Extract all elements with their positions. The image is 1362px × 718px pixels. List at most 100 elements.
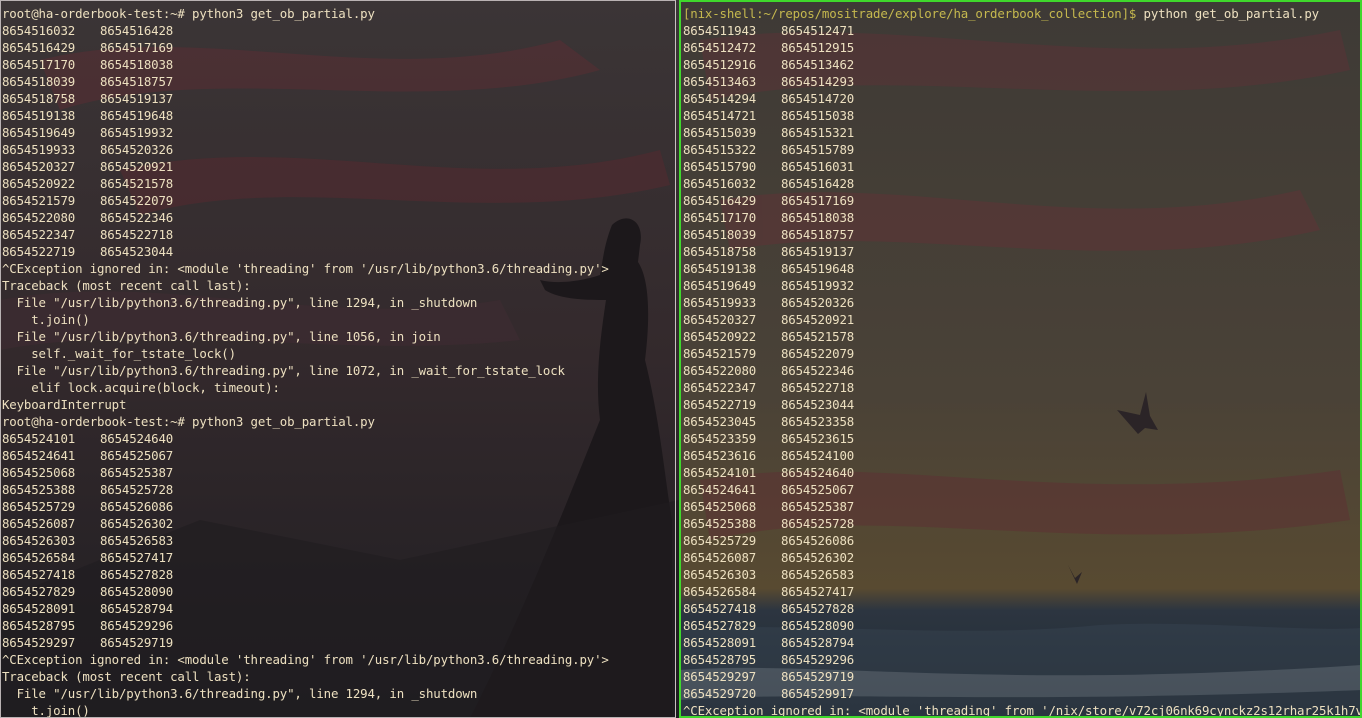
output-row: 8654526087 8654526302 [2,515,675,532]
range-start: 8654526087 [683,550,757,565]
output-row: 8654521579 8654522079 [683,345,1360,362]
range-start: 8654520922 [2,176,76,191]
range-end: 8654520921 [781,312,855,327]
output-row: 8654527418 8654527828 [683,600,1360,617]
range-end: 8654518038 [781,210,855,225]
range-end: 8654526086 [781,533,855,548]
shell-prompt-line: root@ha-orderbook-test:~# python3 get_ob… [2,6,375,21]
range-end: 8654529296 [100,618,174,633]
range-end: 8654528090 [100,584,174,599]
output-row: 8654526584 8654527417 [683,583,1360,600]
traceback-line: KeyboardInterrupt [2,397,127,412]
command-text: python get_ob_partial.py [1136,6,1320,21]
output-row: 8654527418 8654527828 [2,566,675,583]
range-start: 8654526303 [683,567,757,582]
range-start: 8654525388 [683,516,757,531]
nix-shell-prompt: [nix-shell:~/repos/mositrade/explore/ha_… [683,6,1137,21]
range-end: 8654518757 [100,74,174,89]
range-end: 8654526302 [100,516,174,531]
range-start: 8654522080 [683,363,757,378]
output-row: 8654519933 8654520326 [683,294,1360,311]
traceback-line: t.join() [2,703,90,718]
range-end: 8654526583 [781,567,855,582]
range-start: 8654525388 [2,482,76,497]
terminal-pane-right-active[interactable]: [nix-shell:~/repos/mositrade/explore/ha_… [679,0,1362,718]
range-start: 8654519138 [2,108,76,123]
range-end: 8654516428 [781,176,855,191]
range-start: 8654529297 [683,669,757,684]
output-row: 8654524641 8654525067 [683,481,1360,498]
traceback-line: t.join() [2,312,90,327]
range-end: 8654524640 [781,465,855,480]
range-start: 8654523045 [683,414,757,429]
output-row: 8654515790 8654516031 [683,158,1360,175]
range-start: 8654522719 [2,244,76,259]
range-end: 8654528794 [781,635,855,650]
terminal-output-left: root@ha-orderbook-test:~# python3 get_ob… [2,5,675,718]
range-start: 8654529297 [2,635,76,650]
range-start: 8654519933 [2,142,76,157]
range-start: 8654519933 [683,295,757,310]
range-start: 8654512916 [683,57,757,72]
output-row: 8654517170 8654518038 [683,209,1360,226]
output-row: 8654521579 8654522079 [2,192,675,209]
range-start: 8654526584 [683,584,757,599]
range-end: 8654515321 [781,125,855,140]
range-start: 8654528091 [2,601,76,616]
range-end: 8654526302 [781,550,855,565]
terminal-output-right: [nix-shell:~/repos/mositrade/explore/ha_… [683,5,1360,716]
shell-prompt-line: root@ha-orderbook-test:~# python3 get_ob… [2,414,375,429]
traceback-line: File "/usr/lib/python3.6/threading.py", … [2,686,478,701]
range-start: 8654518758 [2,91,76,106]
range-start: 8654520922 [683,329,757,344]
range-start: 8654524641 [683,482,757,497]
output-row: 8654518758 8654519137 [2,90,675,107]
output-row: 8654525729 8654526086 [2,498,675,515]
range-start: 8654526303 [2,533,76,548]
output-row: 8654529720 8654529917 [683,685,1360,702]
range-end: 8654529719 [781,669,855,684]
output-row: 8654515322 8654515789 [683,141,1360,158]
output-row: 8654524101 8654524640 [2,430,675,447]
range-end: 8654523044 [781,397,855,412]
output-row: 8654522719 8654523044 [2,243,675,260]
range-start: 8654516429 [2,40,76,55]
output-row: 8654529297 8654529719 [683,668,1360,685]
range-end: 8654525728 [100,482,174,497]
range-start: 8654527829 [2,584,76,599]
output-row: 8654516032 8654516428 [2,22,675,39]
range-start: 8654515322 [683,142,757,157]
output-row: 8654515039 8654515321 [683,124,1360,141]
range-start: 8654516032 [683,176,757,191]
range-end: 8654514293 [781,74,855,89]
range-end: 8654522346 [100,210,174,225]
output-row: 8654522347 8654522718 [683,379,1360,396]
range-end: 8654519648 [781,261,855,276]
range-start: 8654527418 [683,601,757,616]
range-start: 8654529720 [683,686,757,701]
output-row: 8654519138 8654519648 [2,107,675,124]
terminal-pane-left[interactable]: root@ha-orderbook-test:~# python3 get_ob… [0,0,676,718]
range-end: 8654522079 [100,193,174,208]
output-row: 8654522080 8654522346 [683,362,1360,379]
range-end: 8654528090 [781,618,855,633]
output-row: 8654523045 8654523358 [683,413,1360,430]
range-end: 8654529719 [100,635,174,650]
range-start: 8654525729 [2,499,76,514]
range-end: 8654522718 [781,380,855,395]
output-row: 8654519649 8654519932 [2,124,675,141]
output-row: 8654518039 8654518757 [2,73,675,90]
range-end: 8654517169 [781,193,855,208]
range-start: 8654522347 [683,380,757,395]
range-end: 8654519932 [781,278,855,293]
range-start: 8654513463 [683,74,757,89]
range-start: 8654528795 [2,618,76,633]
output-row: 8654526584 8654527417 [2,549,675,566]
output-row: 8654528795 8654529296 [2,617,675,634]
range-start: 8654515039 [683,125,757,140]
range-start: 8654521579 [683,346,757,361]
output-row: 8654524641 8654525067 [2,447,675,464]
output-row: 8654522080 8654522346 [2,209,675,226]
output-row: 8654518039 8654518757 [683,226,1360,243]
output-row: 8654517170 8654518038 [2,56,675,73]
